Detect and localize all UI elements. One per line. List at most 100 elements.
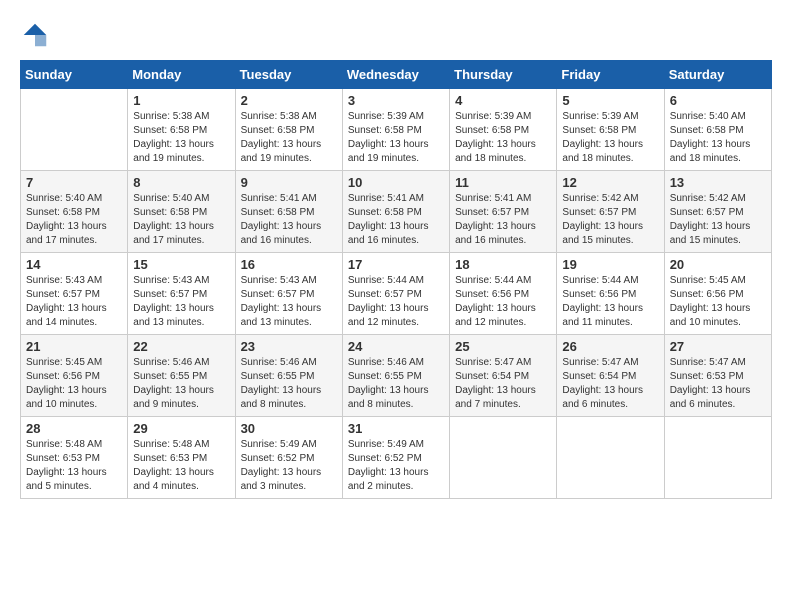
calendar-cell: 23 Sunrise: 5:46 AM Sunset: 6:55 PM Dayli… [235,335,342,417]
calendar-cell: 11Sunrise: 5:41 AM Sunset: 6:57 PM Dayli… [450,171,557,253]
day-number: 26 [562,339,658,354]
day-number: 17 [348,257,444,272]
day-info: Sunrise: 5:41 AM Sunset: 6:58 PM Dayligh… [348,192,444,248]
day-info: Sunrise: 5:49 AM Sunset: 6:52 PM Dayligh… [348,438,444,494]
calendar-header-monday: Monday [128,61,235,89]
day-info: Sunrise: 5:45 AM Sunset: 6:56 PM Dayligh… [26,356,122,412]
day-number: 24 [348,339,444,354]
day-info: Sunrise: 5:47 AM Sunset: 6:54 PM Dayligh… [562,356,658,412]
calendar-cell: 6 Sunrise: 5:40 AM Sunset: 6:58 PM Daylig… [664,89,771,171]
calendar-cell: 13 Sunrise: 5:42 AM Sunset: 6:57 PM Dayli… [664,171,771,253]
calendar-header-sunday: Sunday [21,61,128,89]
calendar-cell: 24 Sunrise: 5:46 AM Sunset: 6:55 PM Dayli… [342,335,449,417]
day-number: 21 [26,339,122,354]
day-number: 8 [133,175,229,190]
calendar-cell: 31 Sunrise: 5:49 AM Sunset: 6:52 PM Dayli… [342,417,449,499]
day-number: 16 [241,257,337,272]
day-info: Sunrise: 5:41 AM Sunset: 6:58 PM Dayligh… [241,192,337,248]
calendar-cell: 20 Sunrise: 5:45 AM Sunset: 6:56 PM Dayli… [664,253,771,335]
calendar-header-wednesday: Wednesday [342,61,449,89]
calendar-cell: 10 Sunrise: 5:41 AM Sunset: 6:58 PM Dayli… [342,171,449,253]
day-number: 18 [455,257,551,272]
calendar-header-row: SundayMondayTuesdayWednesdayThursdayFrid… [21,61,772,89]
calendar-cell: 4Sunrise: 5:39 AM Sunset: 6:58 PM Daylig… [450,89,557,171]
calendar-header-tuesday: Tuesday [235,61,342,89]
logo [20,20,54,50]
calendar-cell: 3 Sunrise: 5:39 AM Sunset: 6:58 PM Daylig… [342,89,449,171]
calendar-table: SundayMondayTuesdayWednesdayThursdayFrid… [20,60,772,499]
day-info: Sunrise: 5:46 AM Sunset: 6:55 PM Dayligh… [241,356,337,412]
day-info: Sunrise: 5:38 AM Sunset: 6:58 PM Dayligh… [133,110,229,166]
day-info: Sunrise: 5:49 AM Sunset: 6:52 PM Dayligh… [241,438,337,494]
calendar-header-saturday: Saturday [664,61,771,89]
calendar-week-row: 21 Sunrise: 5:45 AM Sunset: 6:56 PM Dayli… [21,335,772,417]
day-info: Sunrise: 5:43 AM Sunset: 6:57 PM Dayligh… [26,274,122,330]
day-number: 28 [26,421,122,436]
day-info: Sunrise: 5:46 AM Sunset: 6:55 PM Dayligh… [348,356,444,412]
calendar-cell: 22 Sunrise: 5:46 AM Sunset: 6:55 PM Dayli… [128,335,235,417]
day-number: 7 [26,175,122,190]
calendar-cell: 9 Sunrise: 5:41 AM Sunset: 6:58 PM Daylig… [235,171,342,253]
calendar-header-thursday: Thursday [450,61,557,89]
day-number: 2 [241,93,337,108]
day-info: Sunrise: 5:40 AM Sunset: 6:58 PM Dayligh… [670,110,766,166]
day-info: Sunrise: 5:47 AM Sunset: 6:54 PM Dayligh… [455,356,551,412]
calendar-cell: 27Sunrise: 5:47 AM Sunset: 6:53 PM Dayli… [664,335,771,417]
day-number: 6 [670,93,766,108]
calendar-cell: 1Sunrise: 5:38 AM Sunset: 6:58 PM Daylig… [128,89,235,171]
calendar-cell [21,89,128,171]
calendar-cell [557,417,664,499]
day-number: 23 [241,339,337,354]
calendar-cell: 2 Sunrise: 5:38 AM Sunset: 6:58 PM Daylig… [235,89,342,171]
day-number: 12 [562,175,658,190]
page-header [20,20,772,50]
calendar-cell: 30 Sunrise: 5:49 AM Sunset: 6:52 PM Dayli… [235,417,342,499]
day-info: Sunrise: 5:43 AM Sunset: 6:57 PM Dayligh… [241,274,337,330]
day-info: Sunrise: 5:44 AM Sunset: 6:56 PM Dayligh… [455,274,551,330]
day-info: Sunrise: 5:44 AM Sunset: 6:56 PM Dayligh… [562,274,658,330]
day-info: Sunrise: 5:39 AM Sunset: 6:58 PM Dayligh… [348,110,444,166]
day-info: Sunrise: 5:38 AM Sunset: 6:58 PM Dayligh… [241,110,337,166]
calendar-cell [664,417,771,499]
calendar-cell: 17Sunrise: 5:44 AM Sunset: 6:57 PM Dayli… [342,253,449,335]
calendar-week-row: 1Sunrise: 5:38 AM Sunset: 6:58 PM Daylig… [21,89,772,171]
calendar-cell: 25 Sunrise: 5:47 AM Sunset: 6:54 PM Dayli… [450,335,557,417]
day-info: Sunrise: 5:43 AM Sunset: 6:57 PM Dayligh… [133,274,229,330]
calendar-cell: 8 Sunrise: 5:40 AM Sunset: 6:58 PM Daylig… [128,171,235,253]
day-number: 22 [133,339,229,354]
day-number: 29 [133,421,229,436]
calendar-week-row: 14 Sunrise: 5:43 AM Sunset: 6:57 PM Dayli… [21,253,772,335]
day-info: Sunrise: 5:42 AM Sunset: 6:57 PM Dayligh… [670,192,766,248]
day-number: 25 [455,339,551,354]
calendar-cell [450,417,557,499]
day-info: Sunrise: 5:39 AM Sunset: 6:58 PM Dayligh… [562,110,658,166]
day-number: 20 [670,257,766,272]
day-info: Sunrise: 5:42 AM Sunset: 6:57 PM Dayligh… [562,192,658,248]
day-number: 3 [348,93,444,108]
day-info: Sunrise: 5:40 AM Sunset: 6:58 PM Dayligh… [26,192,122,248]
day-number: 9 [241,175,337,190]
calendar-cell: 26 Sunrise: 5:47 AM Sunset: 6:54 PM Dayli… [557,335,664,417]
calendar-cell: 18 Sunrise: 5:44 AM Sunset: 6:56 PM Dayli… [450,253,557,335]
day-info: Sunrise: 5:40 AM Sunset: 6:58 PM Dayligh… [133,192,229,248]
calendar-cell: 16 Sunrise: 5:43 AM Sunset: 6:57 PM Dayli… [235,253,342,335]
day-info: Sunrise: 5:39 AM Sunset: 6:58 PM Dayligh… [455,110,551,166]
day-info: Sunrise: 5:48 AM Sunset: 6:53 PM Dayligh… [26,438,122,494]
day-number: 19 [562,257,658,272]
day-number: 5 [562,93,658,108]
calendar-header-friday: Friday [557,61,664,89]
day-number: 30 [241,421,337,436]
day-info: Sunrise: 5:48 AM Sunset: 6:53 PM Dayligh… [133,438,229,494]
day-info: Sunrise: 5:47 AM Sunset: 6:53 PM Dayligh… [670,356,766,412]
calendar-cell: 28 Sunrise: 5:48 AM Sunset: 6:53 PM Dayli… [21,417,128,499]
calendar-cell: 5 Sunrise: 5:39 AM Sunset: 6:58 PM Daylig… [557,89,664,171]
day-info: Sunrise: 5:46 AM Sunset: 6:55 PM Dayligh… [133,356,229,412]
day-number: 14 [26,257,122,272]
day-number: 13 [670,175,766,190]
day-number: 31 [348,421,444,436]
calendar-cell: 7 Sunrise: 5:40 AM Sunset: 6:58 PM Daylig… [21,171,128,253]
day-info: Sunrise: 5:45 AM Sunset: 6:56 PM Dayligh… [670,274,766,330]
calendar-cell: 14 Sunrise: 5:43 AM Sunset: 6:57 PM Dayli… [21,253,128,335]
day-number: 15 [133,257,229,272]
day-number: 10 [348,175,444,190]
